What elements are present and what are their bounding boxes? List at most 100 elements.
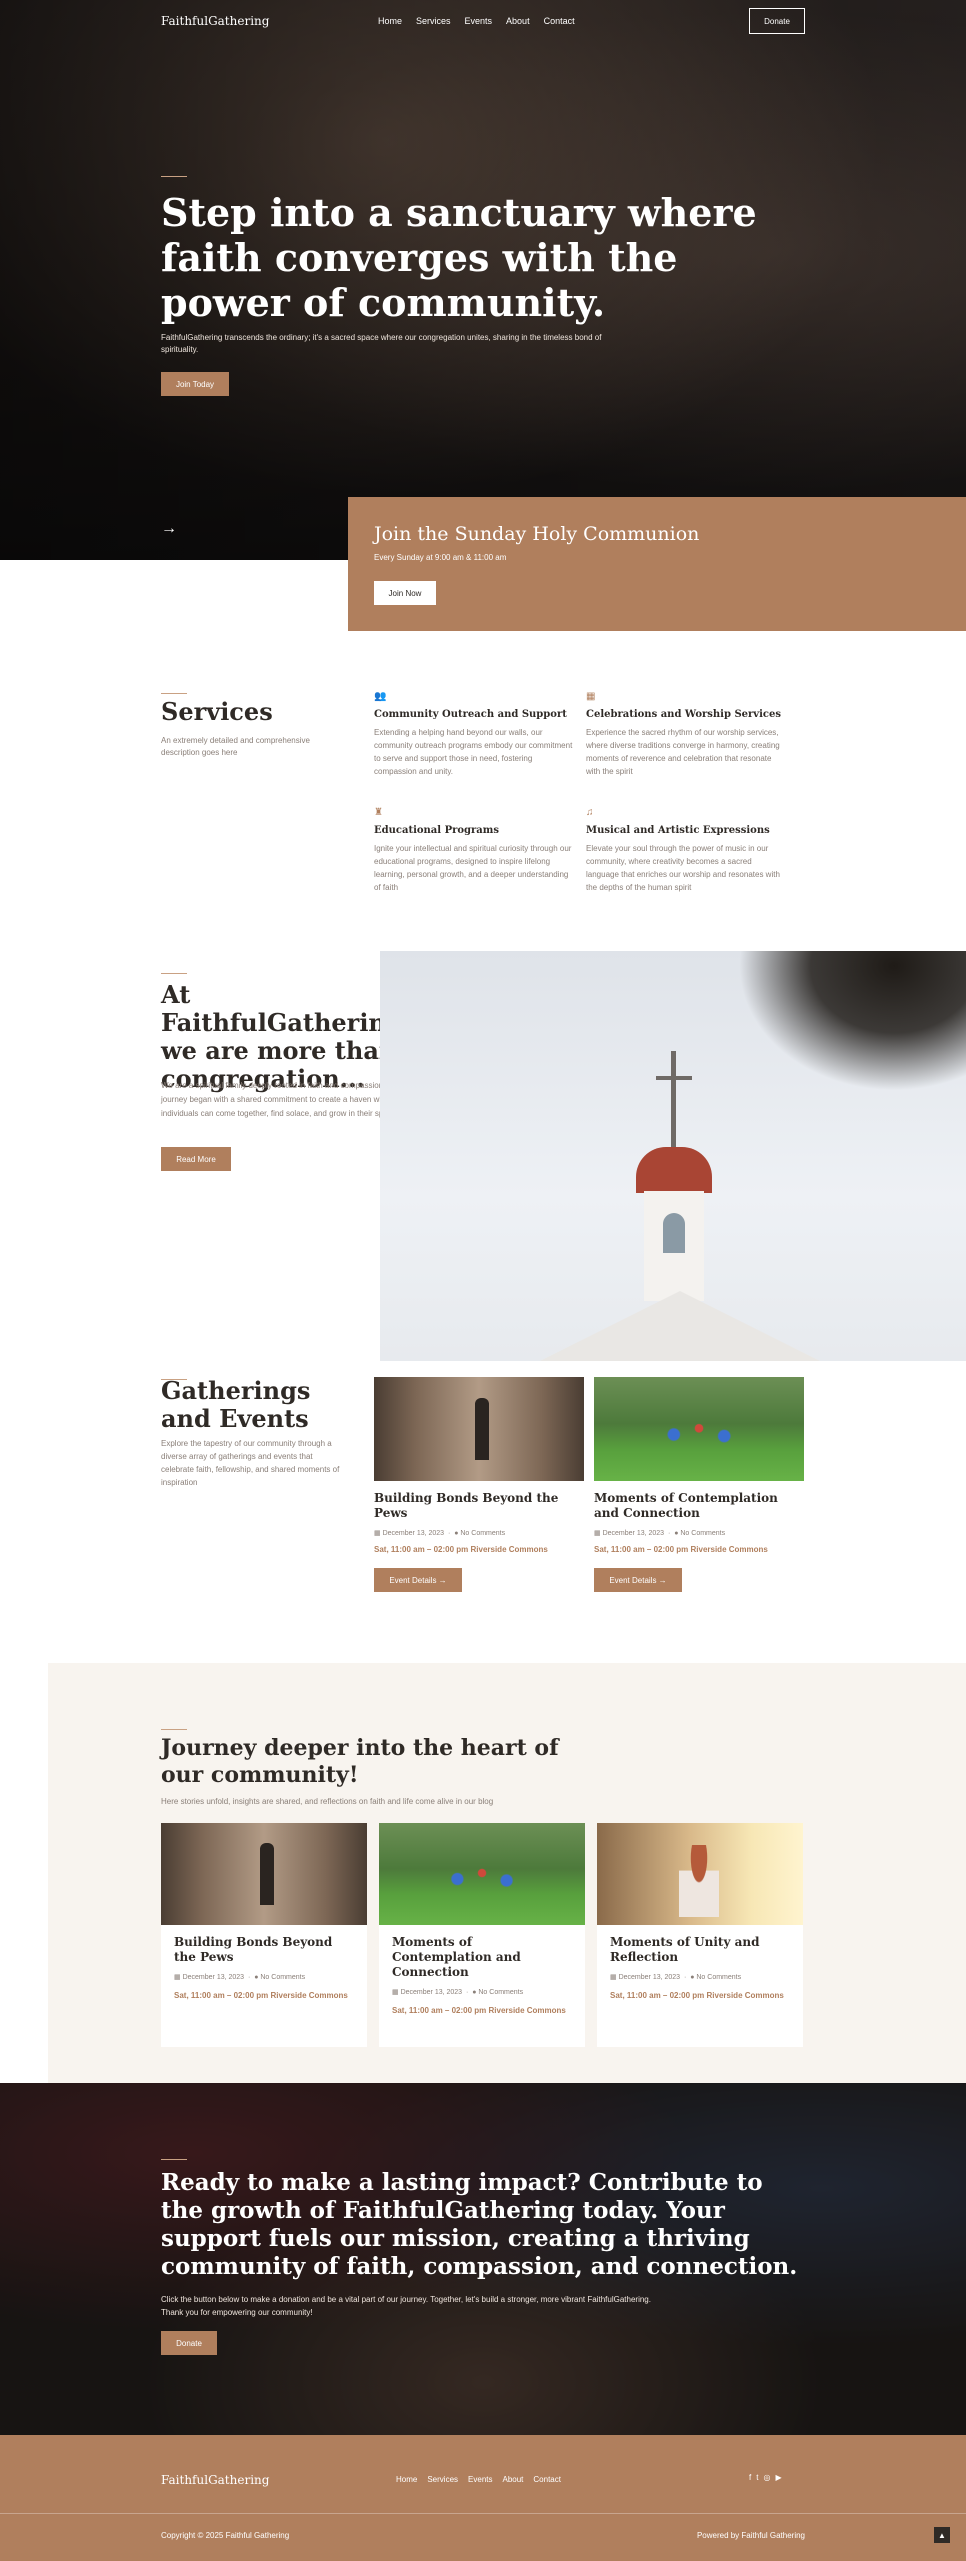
cta-text: Click the button below to make a donatio…: [161, 2295, 651, 2317]
nav-item-events[interactable]: Events: [465, 16, 493, 26]
event-comments[interactable]: No Comments: [680, 1530, 725, 1537]
nav-item-services[interactable]: Services: [416, 16, 451, 26]
tower-window: [663, 1213, 685, 1253]
donate-button[interactable]: Donate: [749, 8, 805, 34]
calendar-icon: ▦: [610, 1974, 617, 1981]
church-roof: [540, 1291, 820, 1361]
arrow-right-icon[interactable]: →: [161, 520, 177, 538]
site-logo[interactable]: FaithfulGathering: [161, 14, 269, 28]
blog-date: December 13, 2023: [618, 1974, 681, 1981]
event-comments[interactable]: No Comments: [460, 1530, 505, 1537]
people-icon: 👥: [374, 691, 387, 702]
footer-item-contact[interactable]: Contact: [533, 2475, 561, 2484]
blog-card: Moments of Contemplation and Connection …: [379, 1823, 585, 2047]
gatherings-description: Explore the tapestry of our community th…: [161, 1439, 340, 1487]
youtube-icon[interactable]: ▶: [775, 2473, 781, 2482]
about-section: At FaithfulGathering, we are more than a…: [0, 951, 966, 1361]
join-now-button[interactable]: Join Now: [374, 581, 436, 605]
tower-roof: [636, 1147, 712, 1193]
cross: [671, 1051, 676, 1147]
twitter-icon[interactable]: t: [756, 2473, 758, 2482]
services-section: Services An extremely detailed and compr…: [0, 631, 966, 951]
comment-icon: ●: [472, 1989, 477, 1996]
blog-time-location: Sat, 11:00 am – 02:00 pm Riverside Commo…: [392, 2006, 566, 2015]
decorative-line: [161, 693, 187, 694]
cross-bar: [656, 1076, 692, 1080]
event-meta: ▦ December 13, 2023 · ● No Comments: [374, 1530, 506, 1537]
footer: FaithfulGathering Home Services Events A…: [0, 2435, 966, 2561]
communion-time: Every Sunday at 9:00 am & 11:00 am: [374, 553, 507, 562]
event-details-button[interactable]: Event Details →: [594, 1568, 682, 1592]
blog-comments[interactable]: No Comments: [260, 1974, 305, 1981]
event-title[interactable]: Moments of Contemplation and Connection: [594, 1491, 804, 1521]
event-date: December 13, 2023: [382, 1530, 445, 1537]
calendar-icon: ▦: [174, 1974, 181, 1981]
tree-branches: [726, 951, 966, 1101]
service-text: Elevate your soul through the power of m…: [586, 844, 780, 892]
service-item: ♜ Educational Programs Ignite your intel…: [374, 807, 574, 894]
blog-image[interactable]: [379, 1823, 585, 1925]
decorative-line: [161, 973, 187, 974]
trophy-icon: ♜: [374, 807, 383, 818]
event-title[interactable]: Building Bonds Beyond the Pews: [374, 1491, 584, 1521]
blog-comments[interactable]: No Comments: [696, 1974, 741, 1981]
facebook-icon[interactable]: f: [749, 2473, 751, 2482]
service-text: Ignite your intellectual and spiritual c…: [374, 844, 572, 892]
decorative-line: [161, 2159, 187, 2160]
service-title: Musical and Artistic Expressions: [586, 825, 770, 836]
blog-post-title[interactable]: Building Bonds Beyond the Pews: [174, 1935, 354, 1965]
services-title: Services: [161, 697, 273, 726]
footer-item-services[interactable]: Services: [427, 2475, 458, 2484]
comment-icon: ●: [674, 1530, 679, 1537]
footer-item-events[interactable]: Events: [468, 2475, 492, 2484]
footer-divider: [0, 2513, 966, 2514]
blog-post-title[interactable]: Moments of Contemplation and Connection: [392, 1935, 572, 1980]
blog-card: Building Bonds Beyond the Pews ▦ Decembe…: [161, 1823, 367, 2047]
music-icon: ♫: [586, 807, 594, 818]
gatherings-section: Gatherings and Events Explore the tapest…: [0, 1361, 966, 1651]
blog-image[interactable]: [161, 1823, 367, 1925]
event-image[interactable]: [374, 1377, 584, 1481]
blog-card: Moments of Unity and Reflection ▦ Decemb…: [597, 1823, 803, 2047]
calendar-icon: ▦: [374, 1530, 381, 1537]
event-card: Moments of Contemplation and Connection …: [594, 1377, 804, 1592]
event-card: Building Bonds Beyond the Pews ▦ Decembe…: [374, 1377, 584, 1592]
blog-date: December 13, 2023: [400, 1989, 463, 1996]
join-today-button[interactable]: Join Today: [161, 372, 229, 396]
services-description: An extremely detailed and comprehensive …: [161, 736, 310, 757]
blog-date: December 13, 2023: [182, 1974, 245, 1981]
event-image[interactable]: [594, 1377, 804, 1481]
blog-subtitle: Here stories unfold, insights are shared…: [161, 1797, 494, 1806]
cta-donate-button[interactable]: Donate: [161, 2331, 217, 2355]
blog-section: Journey deeper into the heart of our com…: [48, 1663, 966, 2083]
event-time-location: Sat, 11:00 am – 02:00 pm Riverside Commo…: [374, 1545, 548, 1554]
blog-meta: ▦ December 13, 2023 · ● No Comments: [610, 1974, 742, 1981]
decorative-line: [161, 1729, 187, 1730]
comment-icon: ●: [690, 1974, 695, 1981]
footer-item-about[interactable]: About: [503, 2475, 524, 2484]
blog-image[interactable]: [597, 1823, 803, 1925]
nav-item-contact[interactable]: Contact: [544, 16, 575, 26]
footer-item-home[interactable]: Home: [396, 2475, 417, 2484]
hero-subtitle: FaithfulGathering transcends the ordinar…: [161, 333, 602, 354]
donation-cta-section: Ready to make a lasting impact? Contribu…: [0, 2083, 966, 2435]
event-time-location: Sat, 11:00 am – 02:00 pm Riverside Commo…: [594, 1545, 768, 1554]
communion-title: Join the Sunday Holy Communion: [374, 523, 700, 545]
footer-logo[interactable]: FaithfulGathering: [161, 2473, 269, 2487]
blog-post-title[interactable]: Moments of Unity and Reflection: [610, 1935, 790, 1965]
read-more-button[interactable]: Read More: [161, 1147, 231, 1171]
event-details-button[interactable]: Event Details →: [374, 1568, 462, 1592]
service-text: Extending a helping hand beyond our wall…: [374, 728, 573, 776]
blog-comments[interactable]: No Comments: [478, 1989, 523, 1996]
nav-item-home[interactable]: Home: [378, 16, 402, 26]
service-title: Celebrations and Worship Services: [586, 709, 781, 720]
instagram-icon[interactable]: ◎: [763, 2473, 770, 2482]
nav-item-about[interactable]: About: [506, 16, 530, 26]
blog-meta: ▦ December 13, 2023 · ● No Comments: [174, 1974, 306, 1981]
copyright: Copyright © 2025 Faithful Gathering: [161, 2531, 290, 2540]
main-menu: Home Services Events About Contact: [378, 16, 575, 26]
calendar-icon: ▦: [392, 1989, 399, 1996]
cake-icon: ▦: [586, 691, 596, 702]
back-to-top-icon[interactable]: ▲: [934, 2527, 950, 2543]
service-item: ♫ Musical and Artistic Expressions Eleva…: [586, 807, 786, 894]
